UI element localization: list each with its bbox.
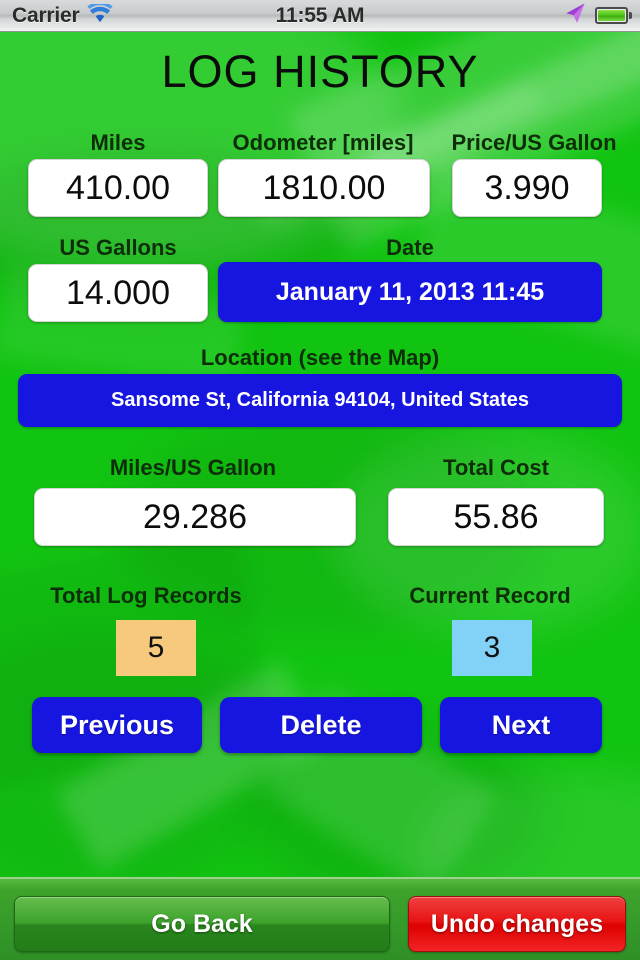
total-cost-label: Total Cost [443,455,549,480]
delete-button[interactable]: Delete [220,697,422,753]
date-button[interactable]: January 11, 2013 11:45 [218,262,602,322]
status-bar: Carrier 11:55 AM [0,0,640,32]
total-cost-input[interactable]: 55.86 [388,488,604,546]
next-button[interactable]: Next [440,697,602,753]
price-per-gallon-label: Price/US Gallon [451,130,617,155]
go-back-button[interactable]: Go Back [14,896,390,952]
location-arrow-icon [564,2,586,29]
miles-label: Miles [90,130,146,155]
page-title: LOG HISTORY [161,46,479,97]
bottom-toolbar: Go Back Undo changes [0,877,640,960]
undo-changes-button[interactable]: Undo changes [408,896,626,952]
status-bar-right [564,2,632,29]
odometer-label: Odometer [miles] [232,130,414,155]
location-label: Location (see the Map) [200,345,440,370]
total-log-records-value: 5 [116,620,196,676]
us-gallons-label: US Gallons [59,235,177,260]
us-gallons-input[interactable]: 14.000 [28,264,208,322]
price-per-gallon-input[interactable]: 3.990 [452,159,602,217]
content-area: LOG HISTORY Miles 410.00 Odometer [miles… [0,32,640,877]
current-record-label: Current Record [409,583,571,608]
battery-icon [595,7,632,24]
miles-per-gallon-label: Miles/US Gallon [109,455,277,480]
previous-button[interactable]: Previous [32,697,202,753]
date-label: Date [386,235,434,260]
clock-label: 11:55 AM [275,3,365,27]
total-log-records-label: Total Log Records [50,583,242,608]
location-button[interactable]: Sansome St, California 94104, United Sta… [18,374,622,427]
miles-input[interactable]: 410.00 [28,159,208,217]
miles-per-gallon-input[interactable]: 29.286 [34,488,356,546]
odometer-input[interactable]: 1810.00 [218,159,430,217]
app-screen: Carrier 11:55 AM LOG HISTORY Miles 410.0… [0,0,640,960]
current-record-value: 3 [452,620,532,676]
